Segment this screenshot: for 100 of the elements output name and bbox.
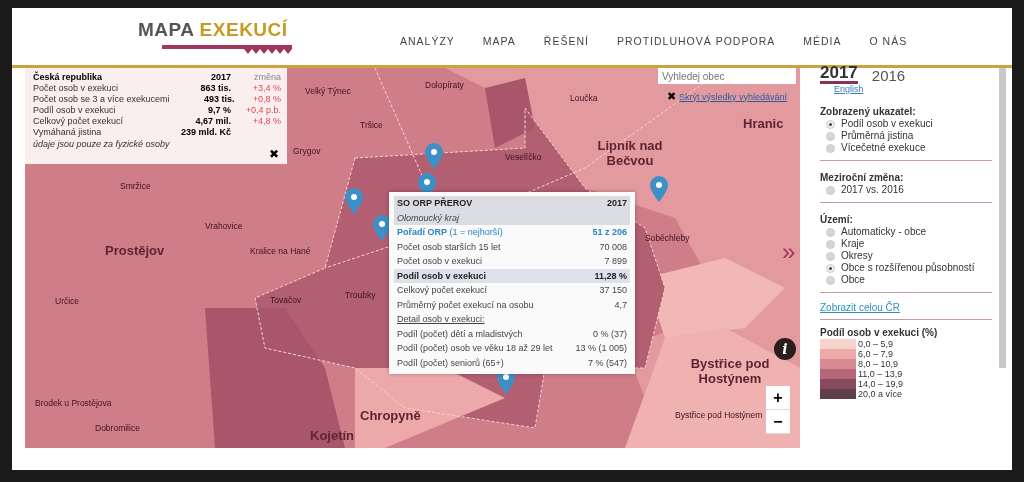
option-label[interactable]: 2017 vs. 2016 [841, 184, 904, 196]
year-tab[interactable]: 2016 [871, 68, 906, 84]
nav-link[interactable]: MÉDIA [803, 34, 842, 47]
detail-heading: Detail osob v exekuci: [397, 313, 485, 326]
place-label: Dolopíraty [425, 80, 464, 90]
place-label: Tovačov [270, 295, 302, 305]
summary-year: 2017 [209, 72, 231, 83]
popup-label: Podíl osob v exekuci [397, 269, 487, 283]
stat-value: 493 tis. [203, 94, 235, 105]
section-title: Území: [820, 213, 854, 226]
popup-value: 4,7 [614, 298, 627, 312]
place-label: Brodek u Prostějova [35, 398, 112, 408]
radio-button[interactable] [826, 185, 835, 195]
nav-link[interactable]: MAPA [482, 34, 516, 47]
popup-label: Podíl (počet) seniorů (65+) [397, 356, 504, 370]
place-label: Bystřice pod Hostýnem [689, 356, 771, 386]
place-label: Chropyně [360, 408, 421, 423]
nav-link[interactable]: O NÁS [869, 34, 908, 47]
summary-note: údaje jsou pouze za fyzické osoby [33, 138, 171, 150]
radio-button[interactable] [826, 263, 835, 273]
year-tab[interactable]: 2017 [820, 65, 858, 84]
legend-label: 11,0 – 13,9 [858, 369, 903, 379]
radio-button[interactable] [826, 131, 835, 141]
radio-button[interactable] [826, 143, 835, 153]
map-pin-icon[interactable] [425, 143, 443, 169]
close-button[interactable]: ✖ [269, 148, 279, 160]
stat-label: Podíl osob v exekuci [33, 105, 117, 116]
place-label: Veselíčko [505, 152, 542, 162]
stat-change: +3,4 % [252, 83, 281, 93]
popup-label: Průměrný počet exekucí na osobu [397, 298, 534, 312]
place-label: Tršice [360, 120, 383, 130]
logo-text[interactable]: MAPA EXEKUCÍ [138, 18, 288, 41]
popup-value: 0 % (37) [593, 327, 627, 341]
stat-change: +0,8 % [252, 94, 281, 104]
place-label: Hranic [743, 116, 784, 131]
search-field[interactable]: Vyhledej obec [658, 68, 796, 84]
map-pin-icon[interactable] [650, 176, 668, 202]
popup-value: 11,28 % [594, 269, 627, 283]
stat-label: Vymáhaná jistina [33, 127, 103, 138]
radio-button[interactable] [826, 275, 835, 285]
option-label[interactable]: Okresy [841, 250, 873, 262]
change-header: změna [253, 72, 281, 83]
map-pin-icon[interactable] [345, 188, 363, 214]
legend-label: 8,0 – 10,9 [858, 359, 899, 369]
place-label: Určice [55, 296, 80, 306]
place-label: Kralice na Hané [250, 246, 311, 256]
section-title: Meziroční změna: [820, 171, 905, 184]
legend-title: Podíl osob v exekuci (%) [820, 326, 939, 339]
rank-label: Pořadí ORP (1 = nejhorší) [397, 226, 503, 239]
popup-label: Počet osob starších 15 let [397, 240, 501, 254]
place-label: Bystřice pod Hostýnem [675, 410, 763, 420]
option-label[interactable]: Obce s rozšířenou působností [841, 262, 975, 274]
popup-label: Počet osob v exekuci [397, 255, 483, 268]
legend-label: 6,0 – 7,9 [858, 349, 894, 359]
popup-title: SO ORP PŘEROV [397, 196, 473, 210]
scrollbar[interactable] [999, 68, 1006, 368]
section-title: Zobrazený ukazatel: [820, 105, 917, 118]
option-label[interactable]: Automaticky - obce [841, 226, 927, 238]
legend-label: 14,0 – 19,9 [858, 379, 904, 389]
popup-value: 70 008 [599, 240, 627, 254]
radio-button[interactable] [826, 119, 835, 129]
option-label[interactable]: Průměrná jistina [841, 130, 914, 142]
popup-value: 7 % (547) [587, 356, 627, 370]
place-label: Prostějov [105, 243, 165, 258]
stat-label: Počet osob v exekuci [33, 83, 120, 94]
legend-label: 0,0 – 5,9 [858, 339, 894, 349]
radio-button[interactable] [826, 239, 835, 249]
option-label[interactable]: Vícečetné exekuce [841, 142, 926, 154]
rank-value: 51 z 206 [592, 226, 627, 239]
nav-link[interactable]: ŘEŠENÍ [543, 34, 589, 47]
place-label: Kojetín [310, 428, 355, 443]
nav-link[interactable]: ANALÝZY [400, 34, 455, 47]
place-label: Grygov [293, 146, 321, 156]
place-label: Vrahovice [205, 221, 243, 231]
popup-value: 37 150 [599, 284, 627, 297]
legend-label: 20,0 a více [858, 389, 903, 399]
popup-value: 13 % (1 005) [575, 342, 627, 355]
close-icon[interactable]: ✖ [667, 90, 676, 103]
option-label[interactable]: Kraje [841, 238, 865, 250]
popup-label: Celkový počet exekucí [397, 284, 488, 297]
radio-button[interactable] [826, 251, 835, 261]
saw-underline-icon [162, 42, 292, 55]
zoom-in-button[interactable]: + [766, 386, 790, 410]
place-label: Velký Týnec [305, 86, 351, 96]
popup-region: Olomoucký kraj [397, 211, 459, 225]
stat-label: Počet osob se 3 a více exekucemi [33, 94, 170, 105]
popup-label: Podíl (počet) dětí a mladistvých [397, 327, 523, 341]
stat-value: 4,67 mil. [194, 116, 231, 127]
show-all-link[interactable]: Zobrazit celou ČR [820, 302, 992, 313]
nav-link[interactable]: PROTIDLUHOVÁ PODPORA [616, 34, 776, 47]
stat-value: 9,7 % [207, 105, 231, 116]
option-label[interactable]: Podíl osob v exekuci [841, 118, 933, 130]
english-link[interactable]: English [834, 84, 992, 95]
stat-change: +0,4 p.b. [245, 105, 281, 115]
stat-label: Celkový počet exekucí [33, 116, 125, 127]
option-label[interactable]: Obce [841, 274, 865, 286]
stat-value: 863 tis. [199, 83, 231, 94]
popup-label: Podíl (počet) osob ve věku 18 až 29 let [397, 342, 553, 355]
radio-button[interactable] [826, 227, 835, 237]
stat-change: +4,8 % [252, 116, 281, 126]
